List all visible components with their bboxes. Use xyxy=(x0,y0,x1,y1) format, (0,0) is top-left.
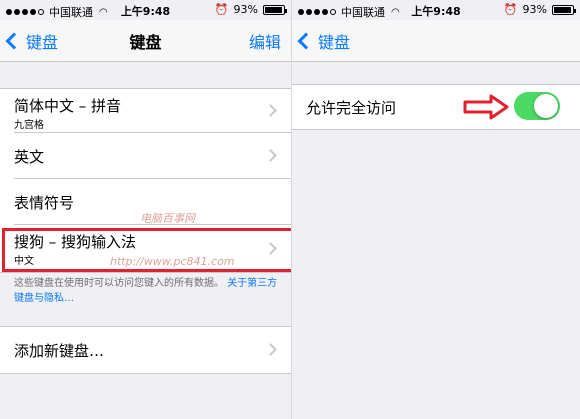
privacy-note-text: 这些键盘在使用时可以访问您键入的所有数据。 xyxy=(14,278,224,289)
status-right: ⏰ 93% xyxy=(214,3,287,16)
nav-bar: 键盘 xyxy=(292,20,580,62)
keyboard-sublabel: 九宫格 xyxy=(14,120,44,131)
chevron-right-icon xyxy=(264,104,277,117)
right-screen: 中国联通 ◠ 上午9:48 ⏰ 93% 键盘 允许完全访问 xyxy=(291,0,580,419)
red-arrow-icon xyxy=(463,94,509,120)
status-bar: 中国联通 ◠ 上午9:48 ⏰ 93% xyxy=(0,0,291,20)
battery-fill xyxy=(554,6,571,13)
keyboard-row-english[interactable]: 英文 xyxy=(14,133,291,179)
add-keyboard-group: 添加新键盘… xyxy=(0,326,291,374)
add-keyboard-label: 添加新键盘… xyxy=(14,342,105,360)
alarm-icon: ⏰ xyxy=(214,3,229,16)
alarm-icon: ⏰ xyxy=(503,3,518,16)
toggle-knob[interactable] xyxy=(534,94,558,118)
status-right: ⏰ 93% xyxy=(503,3,576,16)
keyboard-label: 简体中文 – 拼音 xyxy=(14,97,122,115)
watermark-text: 电脑百事网 xyxy=(140,212,195,225)
add-keyboard-row[interactable]: 添加新键盘… xyxy=(14,327,291,373)
back-button[interactable]: 键盘 xyxy=(297,29,351,53)
keyboard-label: 表情符号 xyxy=(14,194,75,212)
battery-percent: 93% xyxy=(522,3,547,16)
keyboard-row-pinyin[interactable]: 简体中文 – 拼音 九宫格 xyxy=(14,89,291,133)
keyboard-label: 英文 xyxy=(14,148,45,166)
status-bar: 中国联通 ◠ 上午9:48 ⏰ 93% xyxy=(292,0,580,20)
sogou-highlight-box xyxy=(2,228,291,272)
chevron-right-icon xyxy=(264,343,277,356)
left-screen: 中国联通 ◠ 上午9:48 ⏰ 93% 键盘 键盘 编辑 简体中文 – 拼音 九… xyxy=(0,0,291,419)
edit-button[interactable]: 编辑 xyxy=(249,29,281,53)
full-access-toggle[interactable] xyxy=(514,92,560,120)
page-title: 键盘 xyxy=(129,33,162,52)
nav-bar: 键盘 键盘 编辑 xyxy=(0,20,291,62)
battery-icon xyxy=(552,4,576,15)
back-label: 键盘 xyxy=(318,33,351,52)
battery-icon xyxy=(263,4,287,15)
battery-percent: 93% xyxy=(233,3,258,16)
chevron-left-icon xyxy=(297,32,315,50)
privacy-note: 这些键盘在使用时可以访问您键入的所有数据。 关于第三方键盘与隐私… xyxy=(14,276,283,306)
chevron-right-icon xyxy=(264,149,277,162)
battery-fill xyxy=(265,6,282,13)
